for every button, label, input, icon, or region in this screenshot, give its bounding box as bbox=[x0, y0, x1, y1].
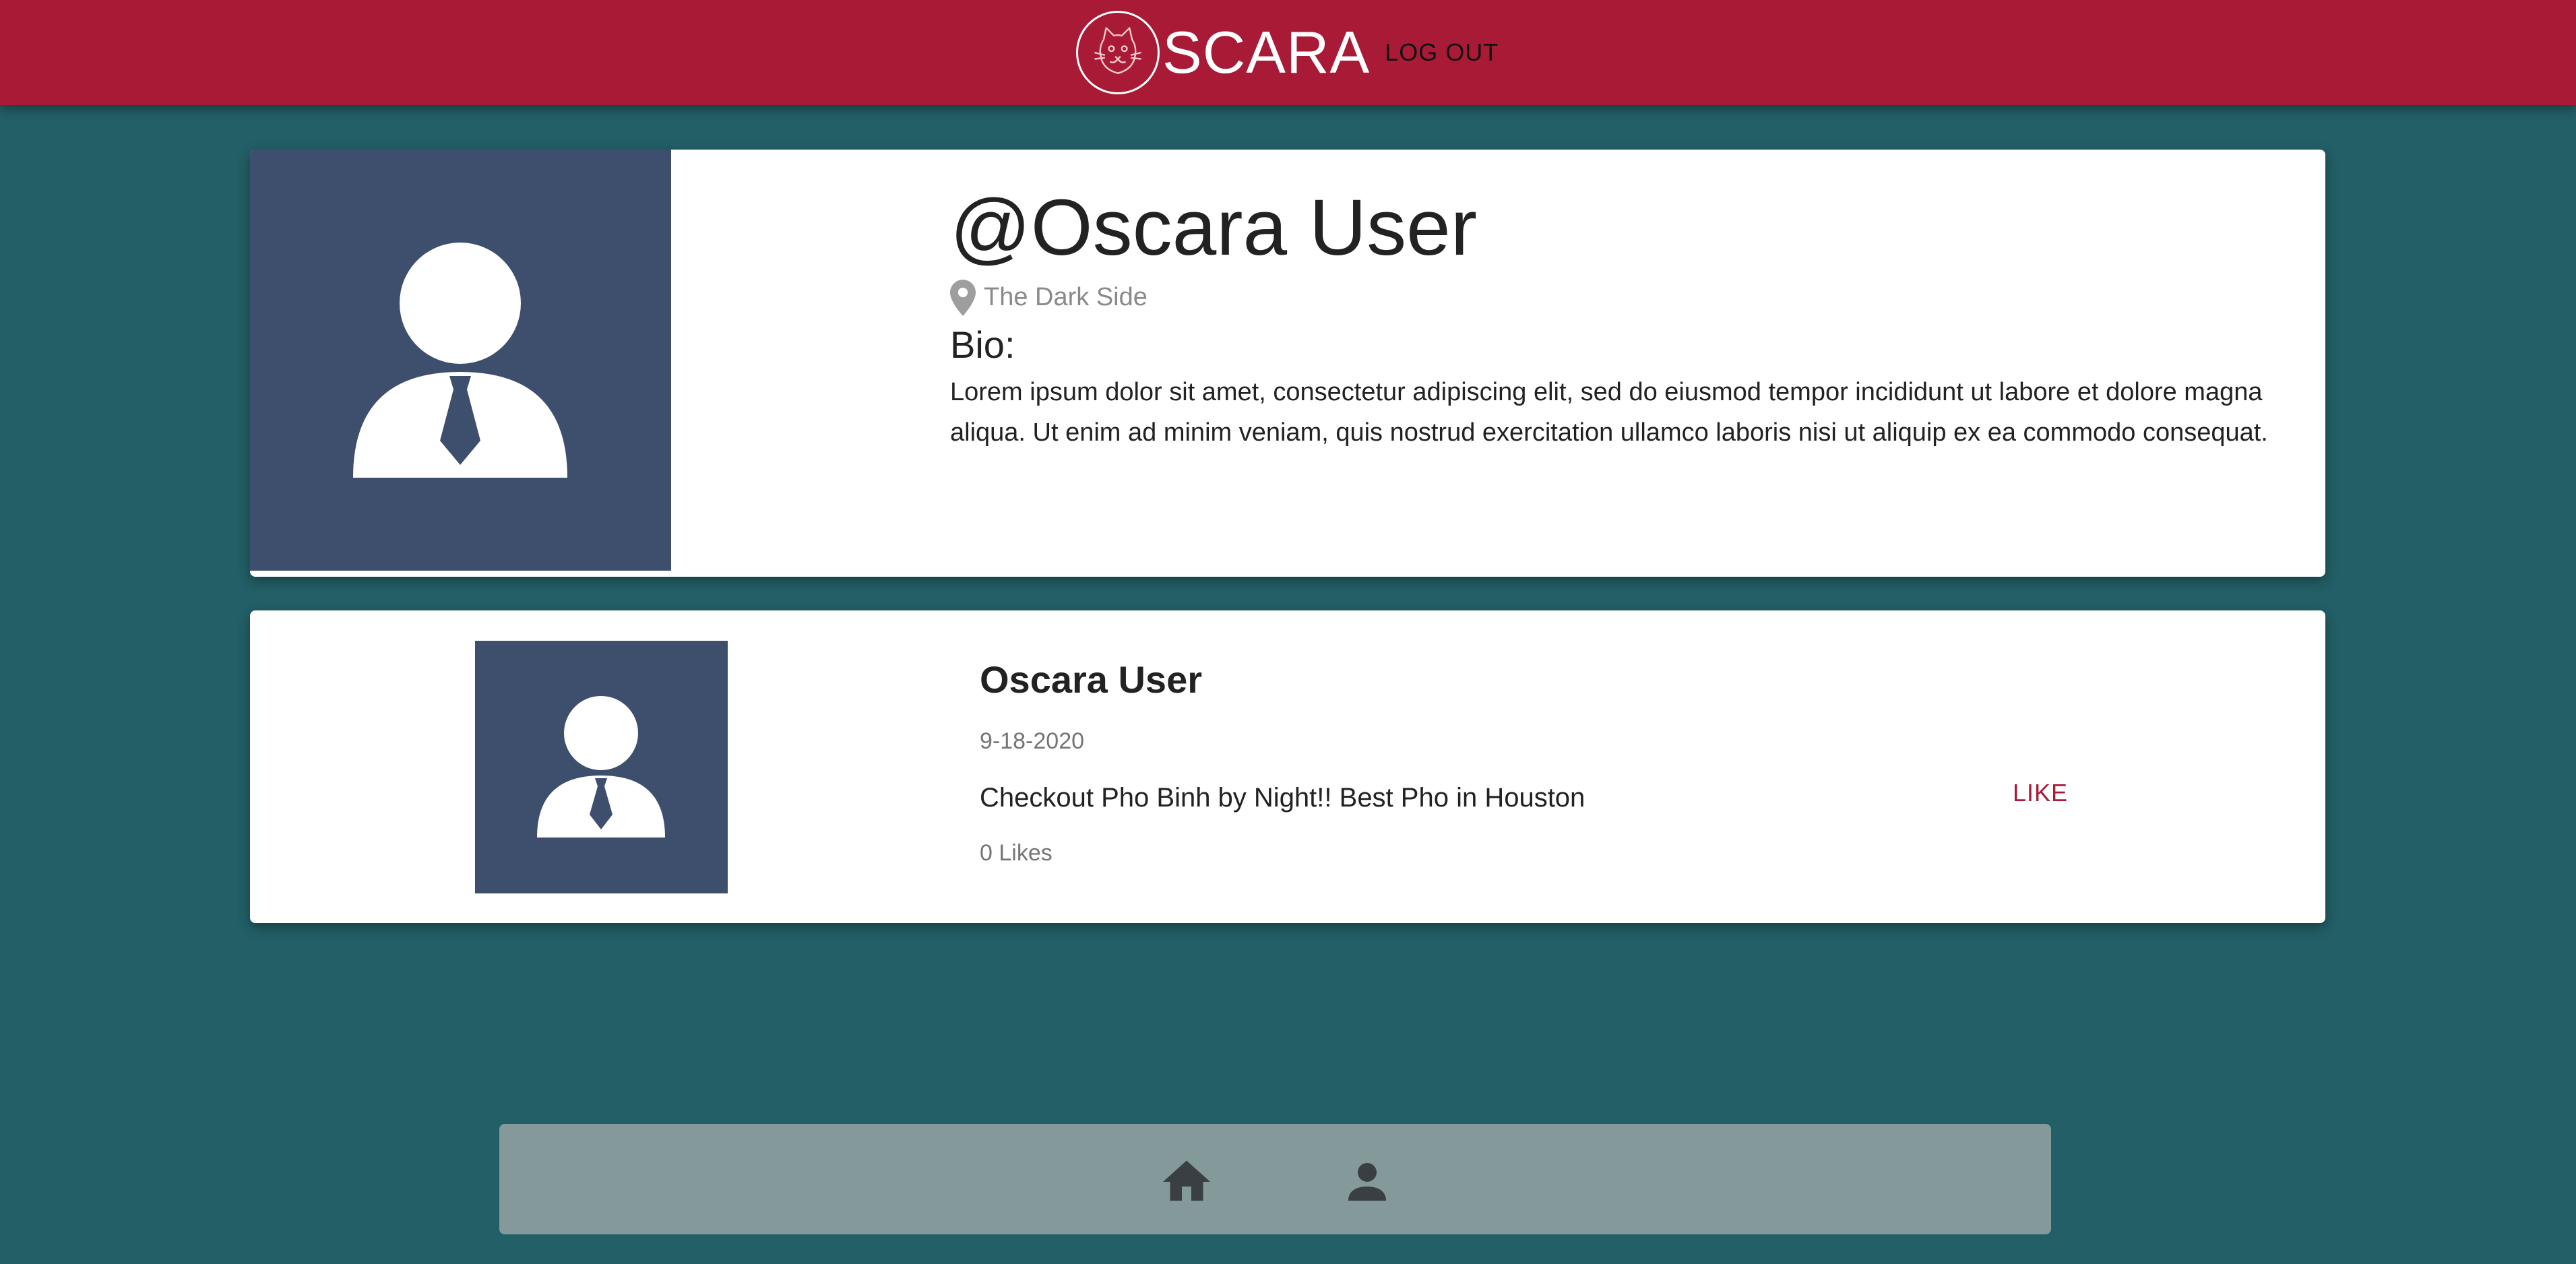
location-text: The Dark Side bbox=[984, 283, 1148, 312]
like-button[interactable]: LIKE bbox=[2013, 779, 2068, 807]
post-body: Oscara User 9-18-2020 Checkout Pho Binh … bbox=[980, 658, 1585, 866]
home-icon[interactable] bbox=[1158, 1154, 1215, 1210]
profile-location: The Dark Side bbox=[950, 279, 2318, 316]
post-date: 9-18-2020 bbox=[980, 728, 1085, 754]
post-likes-count: 0 Likes bbox=[980, 840, 1053, 866]
top-header: SCARA LOG OUT bbox=[0, 0, 2576, 105]
post-avatar bbox=[475, 641, 728, 893]
post-author: Oscara User bbox=[980, 658, 1203, 701]
profile-avatar bbox=[250, 150, 671, 571]
profile-username: @Oscara User bbox=[950, 183, 1478, 272]
post-card: Oscara User 9-18-2020 Checkout Pho Binh … bbox=[250, 610, 2325, 923]
user-avatar-icon bbox=[353, 243, 567, 478]
bio-label: Bio: bbox=[950, 323, 1015, 366]
brand: SCARA LOG OUT bbox=[1076, 8, 1499, 97]
logout-button[interactable]: LOG OUT bbox=[1385, 38, 1499, 67]
profile-card: @Oscara User The Dark Side Bio: Lorem ip… bbox=[250, 150, 2325, 577]
bottom-nav bbox=[499, 1124, 2051, 1234]
post-text: Checkout Pho Binh by Night!! Best Pho in… bbox=[980, 783, 1585, 813]
oscara-cat-logo-icon[interactable] bbox=[1076, 11, 1160, 94]
profile-info: @Oscara User The Dark Side Bio: Lorem ip… bbox=[950, 183, 2318, 453]
brand-name: SCARA bbox=[1162, 19, 1371, 86]
person-icon[interactable] bbox=[1339, 1154, 1395, 1210]
user-avatar-icon bbox=[537, 696, 665, 838]
bio-text: Lorem ipsum dolor sit amet, consectetur … bbox=[950, 377, 2268, 447]
map-pin-icon bbox=[950, 279, 976, 316]
